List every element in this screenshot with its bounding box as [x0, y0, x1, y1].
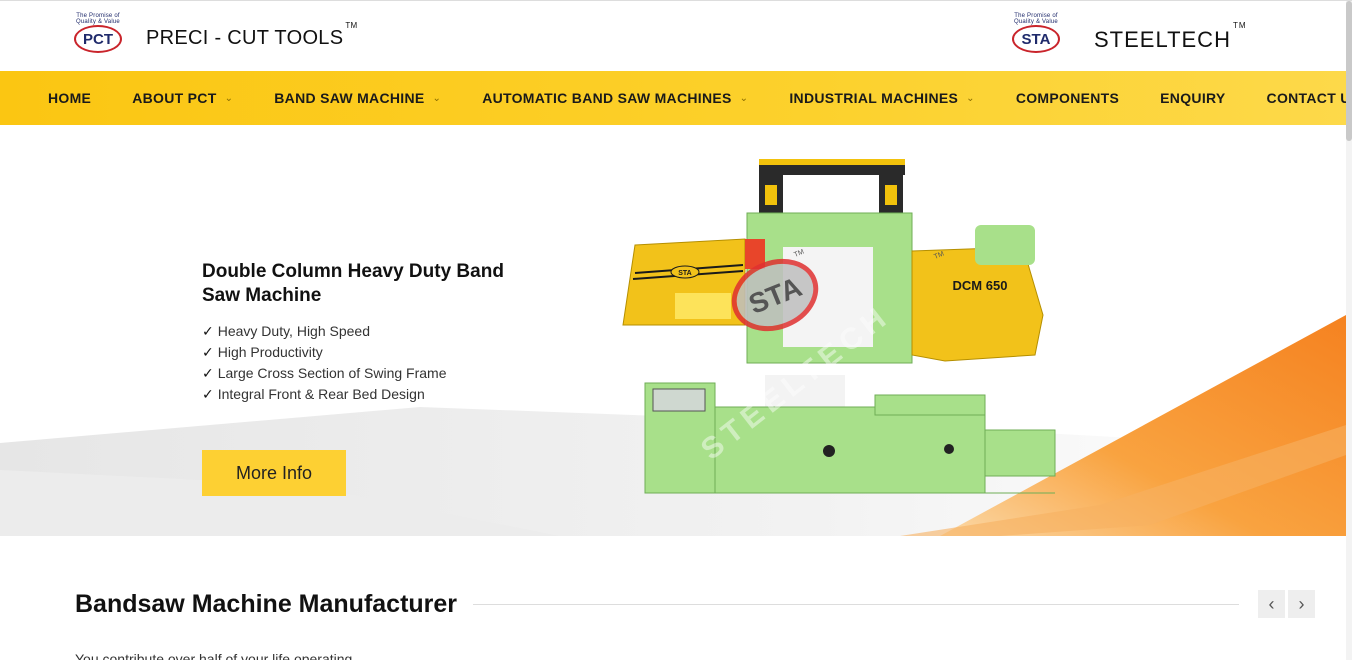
feature-item: ✓ Large Cross Section of Swing Frame [202, 363, 447, 384]
nav-item-contact-us[interactable]: CONTACT US [1267, 90, 1352, 106]
pct-brand-name: PRECI - CUT TOOLSTM [146, 20, 358, 49]
more-info-button[interactable]: More Info [202, 450, 346, 496]
nav-item-label: ENQUIRY [1160, 90, 1226, 106]
nav-item-label: INDUSTRIAL MACHINES [789, 90, 959, 106]
steeltech-logo[interactable]: The Promise of Quality & Value STA STEEL… [1008, 13, 1247, 53]
chevron-down-icon: ⌄ [966, 92, 975, 104]
hero-slider: STA DCM 650 STA TM TM STEELTECH Double C… [0, 125, 1346, 536]
svg-text:STA: STA [678, 270, 691, 277]
nav-item-about-pct[interactable]: ABOUT PCT ⌄ [132, 90, 233, 106]
next-arrow-button[interactable]: › [1288, 590, 1315, 618]
nav-item-label: CONTACT US [1266, 90, 1352, 106]
nav-item-enquiry[interactable]: ENQUIRY [1160, 90, 1225, 106]
chevron-down-icon: ⌄ [224, 92, 234, 104]
nav-item-industrial-machines[interactable]: INDUSTRIAL MACHINES ⌄ [789, 90, 974, 106]
page: The Promise of Quality & Value PCT PRECI… [0, 0, 1352, 660]
prev-arrow-button[interactable]: ‹ [1258, 590, 1285, 618]
check-icon: ✓ [202, 365, 214, 381]
hero-title: Double Column Heavy Duty Band Saw Machin… [202, 261, 504, 306]
feature-list: ✓ Heavy Duty, High Speed ✓ High Productivit… [202, 321, 447, 405]
chevron-down-icon: ⌄ [432, 92, 442, 104]
pct-seal-icon: The Promise of Quality & Value PCT [70, 13, 126, 53]
feature-text: Large Cross Section of Swing Frame [217, 365, 447, 381]
nav-item-label: HOME [48, 90, 92, 106]
nav-item-label: COMPONENTS [1015, 90, 1120, 106]
feature-item: ✓ Heavy Duty, High Speed [202, 321, 447, 342]
nav-item-automatic-band-saw-machines[interactable]: AUTOMATIC BAND SAW MACHINES ⌄ [482, 90, 748, 106]
feature-text: High Productivity [217, 344, 323, 360]
nav-item-components[interactable]: COMPONENTS [1016, 90, 1119, 106]
section-intro-text: You contribute over half of your life op… [75, 651, 353, 660]
check-icon: ✓ [202, 386, 214, 402]
steeltech-brand-name: STEELTECHTM [1094, 21, 1247, 52]
svg-text:DCM 650: DCM 650 [953, 278, 1008, 293]
section-divider [473, 603, 1239, 605]
nav-item-band-saw-machine[interactable]: BAND SAW MACHINE ⌄ [274, 90, 441, 106]
site-header: The Promise of Quality & Value PCT PRECI… [0, 1, 1346, 71]
check-icon: ✓ [202, 323, 214, 339]
band-saw-machine-image: STA DCM 650 STA TM TM STEELTECH [622, 159, 1056, 494]
nav-item-label: BAND SAW MACHINE [274, 90, 425, 106]
pct-logo[interactable]: The Promise of Quality & Value PCT PRECI… [70, 13, 358, 53]
section-title: Bandsaw Machine Manufacturer [75, 589, 458, 618]
feature-item: ✓ Integral Front & Rear Bed Design [202, 384, 447, 405]
feature-text: Heavy Duty, High Speed [217, 323, 370, 339]
nav-item-label: ABOUT PCT [132, 90, 217, 106]
feature-item: ✓ High Productivity [202, 342, 447, 363]
main-nav: HOME ABOUT PCT ⌄ BAND SAW MACHINE ⌄ AUTOMATIC… [0, 71, 1352, 125]
feature-text: Integral Front & Rear Bed Design [217, 386, 425, 402]
section-header: Bandsaw Machine Manufacturer ‹ › [75, 587, 1315, 621]
check-icon: ✓ [202, 344, 214, 360]
sta-seal-icon: The Promise of Quality & Value STA [1008, 13, 1064, 53]
chevron-down-icon: ⌄ [739, 92, 749, 104]
nav-item-label: AUTOMATIC BAND SAW MACHINES [482, 90, 732, 106]
scrollbar-thumb[interactable] [1346, 1, 1352, 141]
page-scrollbar[interactable] [1346, 1, 1352, 660]
nav-item-home[interactable]: HOME [48, 90, 91, 106]
